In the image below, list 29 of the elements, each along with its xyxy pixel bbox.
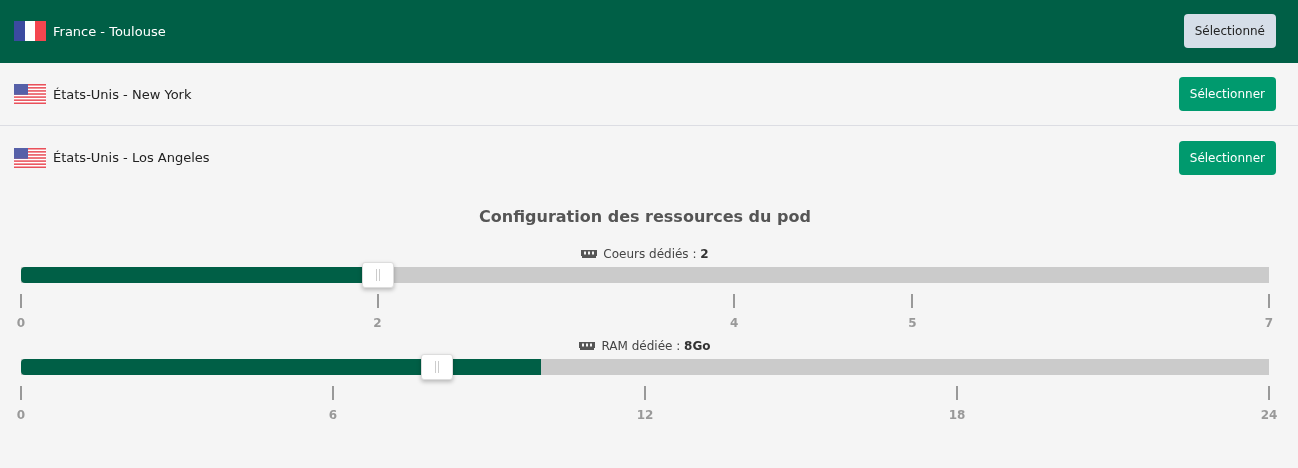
memory-icon (579, 341, 596, 351)
tick-label: 4 (729, 316, 739, 330)
select-button[interactable]: Sélectionner (1178, 140, 1276, 175)
slider-label: RAM dédiée : 8Go (601, 339, 711, 353)
flag-icon (14, 21, 46, 41)
location-row[interactable]: France - Toulouse Sélectionné (0, 0, 1298, 63)
tick-label: 0 (16, 316, 26, 330)
location-row[interactable]: États-Unis - New York Sélectionner (0, 63, 1298, 126)
tick-label: 5 (908, 316, 917, 330)
slider-handle[interactable] (420, 354, 453, 380)
tick-label: 24 (1260, 408, 1278, 422)
slider-handle[interactable] (361, 262, 394, 288)
tick-label: 12 (636, 408, 654, 422)
flag-icon (14, 147, 46, 168)
select-button[interactable]: Sélectionner (1178, 77, 1276, 111)
flag-icon (14, 84, 46, 104)
tick-label: 18 (948, 408, 966, 422)
location-name: France - Toulouse (53, 23, 167, 39)
tick-label: 6 (328, 408, 338, 422)
memory-icon (581, 249, 598, 259)
selected-button[interactable]: Sélectionné (1183, 14, 1276, 48)
slider-label: Coeurs dédiés : 2 (603, 247, 709, 261)
location-row[interactable]: États-Unis - Los Angeles Sélectionner (0, 126, 1298, 189)
location-name: États-Unis - Los Angeles (53, 150, 211, 165)
tick-label: 0 (16, 408, 26, 422)
tick-label: 2 (373, 316, 382, 330)
location-name: États-Unis - New York (53, 86, 193, 102)
tick-label: 7 (1264, 316, 1274, 330)
section-title: Configuration des ressources du pod (478, 207, 812, 226)
